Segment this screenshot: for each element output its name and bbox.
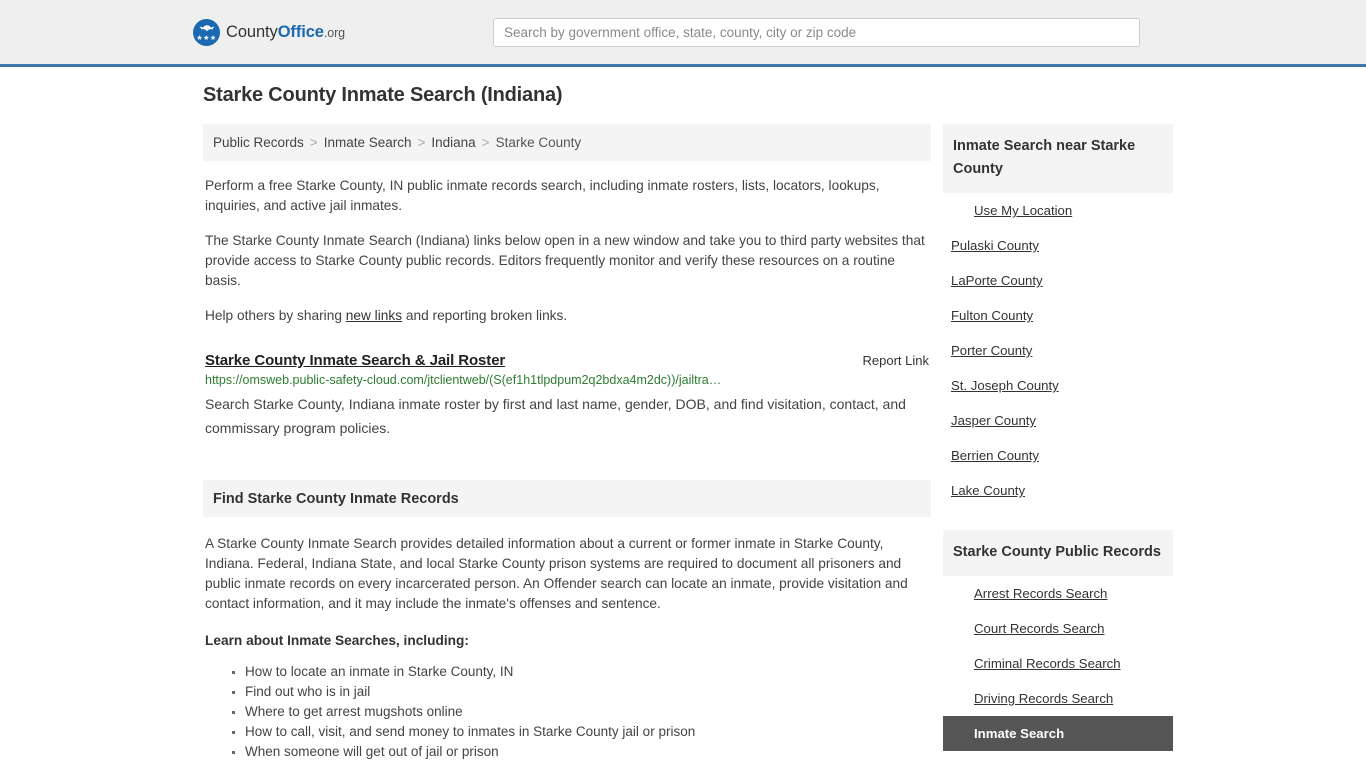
result-url: https://omsweb.public-safety-cloud.com/j… bbox=[205, 373, 722, 387]
breadcrumb-item-starke-county: Starke County bbox=[495, 135, 582, 150]
list-item: Where to get arrest mugshots online bbox=[245, 702, 929, 722]
public-records-list: Arrest Records Search Court Records Sear… bbox=[943, 576, 1173, 751]
list-item: Fulton County bbox=[943, 298, 1173, 333]
page-wrapper: Starke County Inmate Search (Indiana) Pu… bbox=[0, 67, 1366, 762]
breadcrumb: Public Records > Inmate Search > Indiana… bbox=[203, 124, 931, 161]
logo-wordmark: CountyOffice.org bbox=[226, 23, 345, 42]
list-item: When someone will get out of jail or pri… bbox=[245, 742, 929, 762]
sidebar-item-jasper-county[interactable]: Jasper County bbox=[943, 403, 1173, 438]
sidebar-item-laporte-county[interactable]: LaPorte County bbox=[943, 263, 1173, 298]
list-item: Berrien County bbox=[943, 438, 1173, 473]
find-records-paragraph: A Starke County Inmate Search provides d… bbox=[205, 536, 908, 611]
result-entry: Starke County Inmate Search & Jail Roste… bbox=[203, 352, 931, 440]
logo-stars: ★★★ bbox=[196, 35, 217, 42]
list-item: LaPorte County bbox=[943, 263, 1173, 298]
result-title-link[interactable]: Starke County Inmate Search & Jail Roste… bbox=[205, 352, 505, 369]
new-links-link[interactable]: new links bbox=[346, 308, 402, 323]
learn-about-lead-in: Learn about Inmate Searches, including: bbox=[205, 633, 469, 648]
breadcrumb-separator: > bbox=[417, 135, 426, 150]
main-column: Public Records > Inmate Search > Indiana… bbox=[203, 124, 931, 762]
list-item: Arrest Records Search bbox=[943, 576, 1173, 611]
intro-paragraph-2: The Starke County Inmate Search (Indiana… bbox=[205, 233, 925, 288]
intro-paragraph-3: Help others by sharing new links and rep… bbox=[203, 306, 931, 326]
widget-public-records: Starke County Public Records Arrest Reco… bbox=[943, 530, 1173, 751]
list-item: How to call, visit, and send money to in… bbox=[245, 722, 929, 742]
sidebar-item-fulton-county[interactable]: Fulton County bbox=[943, 298, 1173, 333]
list-item: Lake County bbox=[943, 473, 1173, 508]
search-container bbox=[493, 18, 1140, 47]
logo-text-county: County bbox=[226, 23, 278, 41]
sidebar-item-porter-county[interactable]: Porter County bbox=[943, 333, 1173, 368]
list-item: St. Joseph County bbox=[943, 368, 1173, 403]
result-header-row: Starke County Inmate Search & Jail Roste… bbox=[205, 352, 929, 369]
eagle-icon bbox=[198, 25, 215, 32]
list-item: Court Records Search bbox=[943, 611, 1173, 646]
list-item: Use My Location bbox=[943, 193, 1173, 228]
sidebar: Inmate Search near Starke County Use My … bbox=[943, 124, 1173, 751]
sidebar-item-court-records-search[interactable]: Court Records Search bbox=[943, 611, 1173, 646]
breadcrumb-separator: > bbox=[309, 135, 318, 150]
share-text-before: Help others by sharing bbox=[205, 308, 346, 323]
sidebar-item-pulaski-county[interactable]: Pulaski County bbox=[943, 228, 1173, 263]
list-item: Pulaski County bbox=[943, 228, 1173, 263]
sidebar-item-inmate-search[interactable]: Inmate Search bbox=[943, 716, 1173, 751]
result-description: Search Starke County, Indiana inmate ros… bbox=[205, 396, 906, 436]
nearby-county-list: Use My Location Pulaski County LaPorte C… bbox=[943, 193, 1173, 508]
list-item: How to locate an inmate in Starke County… bbox=[245, 662, 929, 682]
breadcrumb-item-inmate-search[interactable]: Inmate Search bbox=[324, 135, 412, 150]
sidebar-item-st-joseph-county[interactable]: St. Joseph County bbox=[943, 368, 1173, 403]
intro-paragraph-1: Perform a free Starke County, IN public … bbox=[205, 178, 880, 213]
site-logo[interactable]: ★★★ CountyOffice.org bbox=[193, 19, 345, 46]
sidebar-item-criminal-records-search[interactable]: Criminal Records Search bbox=[943, 646, 1173, 681]
share-text-after: and reporting broken links. bbox=[402, 308, 568, 323]
county-office-logo-icon: ★★★ bbox=[193, 19, 220, 46]
sidebar-item-arrest-records-search[interactable]: Arrest Records Search bbox=[943, 576, 1173, 611]
content-container: Starke County Inmate Search (Indiana) Pu… bbox=[193, 67, 1173, 762]
breadcrumb-item-public-records[interactable]: Public Records bbox=[213, 135, 304, 150]
logo-text-office: Office bbox=[277, 23, 324, 41]
logo-text-tld: .org bbox=[323, 26, 345, 40]
breadcrumb-separator: > bbox=[481, 135, 490, 150]
list-item: Inmate Search bbox=[943, 716, 1173, 751]
inmate-search-feature-list: How to locate an inmate in Starke County… bbox=[205, 662, 929, 762]
find-records-section-heading: Find Starke County Inmate Records bbox=[203, 480, 931, 517]
sidebar-item-use-my-location[interactable]: Use My Location bbox=[943, 193, 1173, 228]
list-item: Driving Records Search bbox=[943, 681, 1173, 716]
list-item: Jasper County bbox=[943, 403, 1173, 438]
site-header: ★★★ CountyOffice.org bbox=[0, 0, 1366, 67]
page-title: Starke County Inmate Search (Indiana) bbox=[203, 84, 563, 106]
list-item: Find out who is in jail bbox=[245, 682, 929, 702]
sidebar-item-driving-records-search[interactable]: Driving Records Search bbox=[943, 681, 1173, 716]
sidebar-item-berrien-county[interactable]: Berrien County bbox=[943, 438, 1173, 473]
breadcrumb-item-indiana[interactable]: Indiana bbox=[431, 135, 475, 150]
widget-nearby-inmate-search: Inmate Search near Starke County Use My … bbox=[943, 124, 1173, 508]
columns: Public Records > Inmate Search > Indiana… bbox=[193, 124, 1173, 762]
widget-nearby-heading: Inmate Search near Starke County bbox=[943, 124, 1173, 193]
list-item: Porter County bbox=[943, 333, 1173, 368]
list-item: Criminal Records Search bbox=[943, 646, 1173, 681]
report-link-button[interactable]: Report Link bbox=[863, 353, 929, 368]
find-records-section-body: A Starke County Inmate Search provides d… bbox=[203, 534, 931, 762]
widget-public-records-heading: Starke County Public Records bbox=[943, 530, 1173, 576]
search-input[interactable] bbox=[493, 18, 1140, 47]
sidebar-item-lake-county[interactable]: Lake County bbox=[943, 473, 1173, 508]
